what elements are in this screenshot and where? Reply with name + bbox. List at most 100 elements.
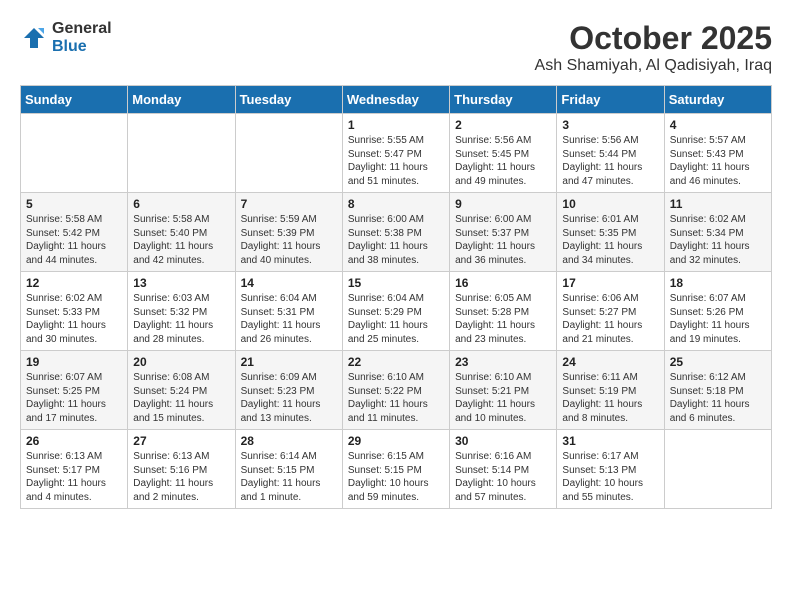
calendar-cell: 5Sunrise: 5:58 AM Sunset: 5:42 PM Daylig… bbox=[21, 193, 128, 272]
calendar-cell: 18 Sunrise: 6:07 AM Sunset: 5:26 PM Dayli… bbox=[664, 272, 771, 351]
day-info: Sunrise: 6:04 AM Sunset: 5:31 PM Dayligh… bbox=[241, 292, 337, 346]
day-info: Sunrise: 5:57 AM Sunset: 5:43 PM Dayligh… bbox=[670, 134, 766, 188]
day-number: 24 bbox=[562, 355, 658, 369]
calendar-header: SundayMondayTuesdayWednesdayThursdayFrid… bbox=[21, 86, 772, 114]
day-info: Sunrise: 6:02 AM Sunset: 5:33 PM Dayligh… bbox=[26, 292, 122, 346]
calendar-cell: 7 Sunrise: 5:59 AM Sunset: 5:39 PM Daylig… bbox=[235, 193, 342, 272]
day-number: 29 bbox=[348, 434, 444, 448]
calendar-cell bbox=[128, 114, 235, 193]
calendar-body: 1Sunrise: 5:55 AM Sunset: 5:47 PM Daylig… bbox=[21, 114, 772, 509]
calendar-cell: 1Sunrise: 5:55 AM Sunset: 5:47 PM Daylig… bbox=[342, 114, 449, 193]
calendar-cell: 15 Sunrise: 6:04 AM Sunset: 5:29 PM Dayli… bbox=[342, 272, 449, 351]
calendar-cell: 29Sunrise: 6:15 AM Sunset: 5:15 PM Dayli… bbox=[342, 430, 449, 509]
calendar-cell: 25Sunrise: 6:12 AM Sunset: 5:18 PM Dayli… bbox=[664, 351, 771, 430]
calendar-cell: 26 Sunrise: 6:13 AM Sunset: 5:17 PM Dayli… bbox=[21, 430, 128, 509]
day-number: 3 bbox=[562, 118, 658, 132]
calendar-week-4: 19 Sunrise: 6:07 AM Sunset: 5:25 PM Dayli… bbox=[21, 351, 772, 430]
day-info: Sunrise: 6:13 AM Sunset: 5:17 PM Dayligh… bbox=[26, 450, 122, 504]
weekday-header-sunday: Sunday bbox=[21, 86, 128, 114]
day-info: Sunrise: 6:10 AM Sunset: 5:21 PM Dayligh… bbox=[455, 371, 551, 425]
calendar-cell: 31 Sunrise: 6:17 AM Sunset: 5:13 PM Dayli… bbox=[557, 430, 664, 509]
calendar-table: SundayMondayTuesdayWednesdayThursdayFrid… bbox=[20, 85, 772, 509]
day-info: Sunrise: 6:07 AM Sunset: 5:26 PM Dayligh… bbox=[670, 292, 766, 346]
logo-icon bbox=[20, 24, 48, 52]
calendar-cell: 22 Sunrise: 6:10 AM Sunset: 5:22 PM Dayli… bbox=[342, 351, 449, 430]
weekday-header-friday: Friday bbox=[557, 86, 664, 114]
calendar-cell: 20Sunrise: 6:08 AM Sunset: 5:24 PM Dayli… bbox=[128, 351, 235, 430]
day-info: Sunrise: 5:58 AM Sunset: 5:40 PM Dayligh… bbox=[133, 213, 229, 267]
day-number: 4 bbox=[670, 118, 766, 132]
calendar-cell: 27 Sunrise: 6:13 AM Sunset: 5:16 PM Dayli… bbox=[128, 430, 235, 509]
day-info: Sunrise: 5:59 AM Sunset: 5:39 PM Dayligh… bbox=[241, 213, 337, 267]
day-info: Sunrise: 6:11 AM Sunset: 5:19 PM Dayligh… bbox=[562, 371, 658, 425]
calendar-week-2: 5Sunrise: 5:58 AM Sunset: 5:42 PM Daylig… bbox=[21, 193, 772, 272]
logo-general-text: General bbox=[52, 20, 112, 38]
day-info: Sunrise: 6:10 AM Sunset: 5:22 PM Dayligh… bbox=[348, 371, 444, 425]
day-info: Sunrise: 6:01 AM Sunset: 5:35 PM Dayligh… bbox=[562, 213, 658, 267]
day-number: 15 bbox=[348, 276, 444, 290]
calendar-cell: 12Sunrise: 6:02 AM Sunset: 5:33 PM Dayli… bbox=[21, 272, 128, 351]
calendar-cell: 8 Sunrise: 6:00 AM Sunset: 5:38 PM Daylig… bbox=[342, 193, 449, 272]
calendar-cell: 23 Sunrise: 6:10 AM Sunset: 5:21 PM Dayli… bbox=[450, 351, 557, 430]
calendar-cell: 21Sunrise: 6:09 AM Sunset: 5:23 PM Dayli… bbox=[235, 351, 342, 430]
day-number: 10 bbox=[562, 197, 658, 211]
weekday-header-monday: Monday bbox=[128, 86, 235, 114]
day-number: 23 bbox=[455, 355, 551, 369]
day-number: 19 bbox=[26, 355, 122, 369]
calendar-cell: 3Sunrise: 5:56 AM Sunset: 5:44 PM Daylig… bbox=[557, 114, 664, 193]
day-info: Sunrise: 5:55 AM Sunset: 5:47 PM Dayligh… bbox=[348, 134, 444, 188]
weekday-header-row: SundayMondayTuesdayWednesdayThursdayFrid… bbox=[21, 86, 772, 114]
day-number: 9 bbox=[455, 197, 551, 211]
day-info: Sunrise: 6:00 AM Sunset: 5:37 PM Dayligh… bbox=[455, 213, 551, 267]
day-info: Sunrise: 6:03 AM Sunset: 5:32 PM Dayligh… bbox=[133, 292, 229, 346]
day-number: 8 bbox=[348, 197, 444, 211]
day-number: 27 bbox=[133, 434, 229, 448]
weekday-header-tuesday: Tuesday bbox=[235, 86, 342, 114]
day-info: Sunrise: 6:09 AM Sunset: 5:23 PM Dayligh… bbox=[241, 371, 337, 425]
day-info: Sunrise: 6:07 AM Sunset: 5:25 PM Dayligh… bbox=[26, 371, 122, 425]
day-info: Sunrise: 6:13 AM Sunset: 5:16 PM Dayligh… bbox=[133, 450, 229, 504]
page-header: General Blue October 2025 Ash Shamiyah, … bbox=[20, 20, 772, 75]
day-number: 11 bbox=[670, 197, 766, 211]
day-number: 14 bbox=[241, 276, 337, 290]
day-number: 30 bbox=[455, 434, 551, 448]
day-number: 18 bbox=[670, 276, 766, 290]
calendar-cell: 10 Sunrise: 6:01 AM Sunset: 5:35 PM Dayli… bbox=[557, 193, 664, 272]
calendar-cell: 13 Sunrise: 6:03 AM Sunset: 5:32 PM Dayli… bbox=[128, 272, 235, 351]
calendar-cell: 19 Sunrise: 6:07 AM Sunset: 5:25 PM Dayli… bbox=[21, 351, 128, 430]
day-info: Sunrise: 6:00 AM Sunset: 5:38 PM Dayligh… bbox=[348, 213, 444, 267]
day-info: Sunrise: 6:04 AM Sunset: 5:29 PM Dayligh… bbox=[348, 292, 444, 346]
day-number: 7 bbox=[241, 197, 337, 211]
calendar-cell: 16Sunrise: 6:05 AM Sunset: 5:28 PM Dayli… bbox=[450, 272, 557, 351]
day-number: 25 bbox=[670, 355, 766, 369]
day-number: 26 bbox=[26, 434, 122, 448]
calendar-cell: 14 Sunrise: 6:04 AM Sunset: 5:31 PM Dayli… bbox=[235, 272, 342, 351]
day-number: 17 bbox=[562, 276, 658, 290]
title-block: October 2025 Ash Shamiyah, Al Qadisiyah,… bbox=[535, 20, 772, 75]
day-info: Sunrise: 6:06 AM Sunset: 5:27 PM Dayligh… bbox=[562, 292, 658, 346]
day-info: Sunrise: 6:05 AM Sunset: 5:28 PM Dayligh… bbox=[455, 292, 551, 346]
day-number: 13 bbox=[133, 276, 229, 290]
calendar-cell: 11 Sunrise: 6:02 AM Sunset: 5:34 PM Dayli… bbox=[664, 193, 771, 272]
day-info: Sunrise: 6:17 AM Sunset: 5:13 PM Dayligh… bbox=[562, 450, 658, 504]
day-info: Sunrise: 6:14 AM Sunset: 5:15 PM Dayligh… bbox=[241, 450, 337, 504]
weekday-header-wednesday: Wednesday bbox=[342, 86, 449, 114]
day-info: Sunrise: 5:56 AM Sunset: 5:45 PM Dayligh… bbox=[455, 134, 551, 188]
calendar-week-5: 26 Sunrise: 6:13 AM Sunset: 5:17 PM Dayli… bbox=[21, 430, 772, 509]
location-title: Ash Shamiyah, Al Qadisiyah, Iraq bbox=[535, 57, 772, 75]
calendar-cell bbox=[21, 114, 128, 193]
calendar-week-1: 1Sunrise: 5:55 AM Sunset: 5:47 PM Daylig… bbox=[21, 114, 772, 193]
day-number: 31 bbox=[562, 434, 658, 448]
day-info: Sunrise: 6:16 AM Sunset: 5:14 PM Dayligh… bbox=[455, 450, 551, 504]
calendar-cell: 28Sunrise: 6:14 AM Sunset: 5:15 PM Dayli… bbox=[235, 430, 342, 509]
day-number: 20 bbox=[133, 355, 229, 369]
day-info: Sunrise: 6:02 AM Sunset: 5:34 PM Dayligh… bbox=[670, 213, 766, 267]
logo-blue-text: Blue bbox=[52, 38, 112, 56]
calendar-cell: 9 Sunrise: 6:00 AM Sunset: 5:37 PM Daylig… bbox=[450, 193, 557, 272]
calendar-cell: 6 Sunrise: 5:58 AM Sunset: 5:40 PM Daylig… bbox=[128, 193, 235, 272]
day-number: 2 bbox=[455, 118, 551, 132]
weekday-header-saturday: Saturday bbox=[664, 86, 771, 114]
day-number: 6 bbox=[133, 197, 229, 211]
calendar-cell bbox=[235, 114, 342, 193]
day-number: 22 bbox=[348, 355, 444, 369]
